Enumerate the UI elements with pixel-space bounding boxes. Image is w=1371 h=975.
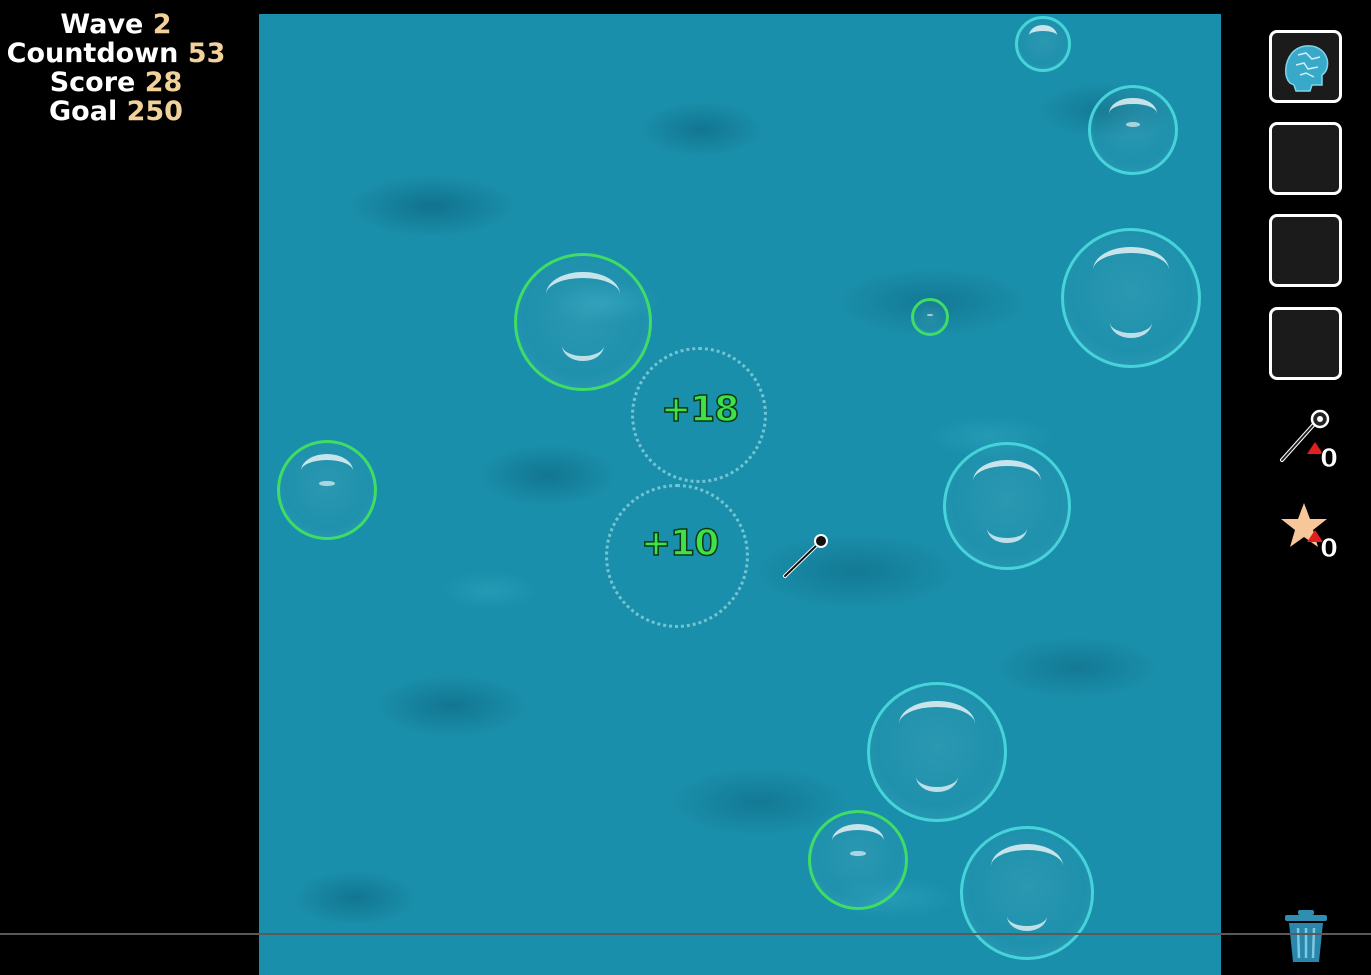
item-slot-1[interactable] bbox=[1269, 30, 1342, 103]
star-powerup[interactable]: 0 bbox=[1278, 500, 1348, 570]
score-row: Score 28 bbox=[0, 68, 232, 97]
bubble[interactable] bbox=[514, 253, 652, 391]
bottom-divider bbox=[0, 933, 1371, 935]
trash-icon[interactable] bbox=[1282, 908, 1330, 964]
brain-puzzle-icon bbox=[1285, 45, 1329, 92]
pin-count: 0 bbox=[1319, 444, 1339, 475]
score-popup: +18 bbox=[660, 388, 740, 431]
bubble[interactable] bbox=[277, 440, 377, 540]
bubble[interactable] bbox=[808, 810, 908, 910]
wave-row: Wave 2 bbox=[0, 10, 232, 39]
bubble[interactable] bbox=[1088, 85, 1178, 175]
wave-value: 2 bbox=[152, 9, 172, 40]
pin-cursor-icon bbox=[783, 534, 828, 578]
wave-label: Wave bbox=[60, 9, 144, 40]
countdown-value: 53 bbox=[187, 38, 226, 69]
bubble[interactable] bbox=[911, 298, 949, 336]
item-slot-4[interactable] bbox=[1269, 307, 1342, 380]
bubble[interactable] bbox=[867, 682, 1007, 822]
hud-panel: Wave 2 Countdown 53 Score 28 Goal 250 bbox=[0, 10, 232, 126]
star-count: 0 bbox=[1319, 534, 1339, 565]
pin-powerup[interactable]: 0 bbox=[1276, 404, 1346, 475]
goal-value: 250 bbox=[126, 96, 183, 127]
countdown-label: Countdown bbox=[6, 38, 179, 69]
score-value: 28 bbox=[144, 67, 183, 98]
score-popup: +10 bbox=[640, 522, 720, 565]
bubble[interactable] bbox=[1015, 16, 1071, 72]
countdown-row: Countdown 53 bbox=[0, 39, 232, 68]
bubble[interactable] bbox=[1061, 228, 1201, 368]
goal-label: Goal bbox=[49, 96, 118, 127]
item-slot-3[interactable] bbox=[1269, 214, 1342, 287]
play-field[interactable]: +18 +10 bbox=[259, 14, 1221, 975]
item-slot-2[interactable] bbox=[1269, 122, 1342, 195]
bubble[interactable] bbox=[960, 826, 1094, 960]
goal-row: Goal 250 bbox=[0, 97, 232, 126]
bubble[interactable] bbox=[943, 442, 1071, 570]
score-label: Score bbox=[49, 67, 136, 98]
